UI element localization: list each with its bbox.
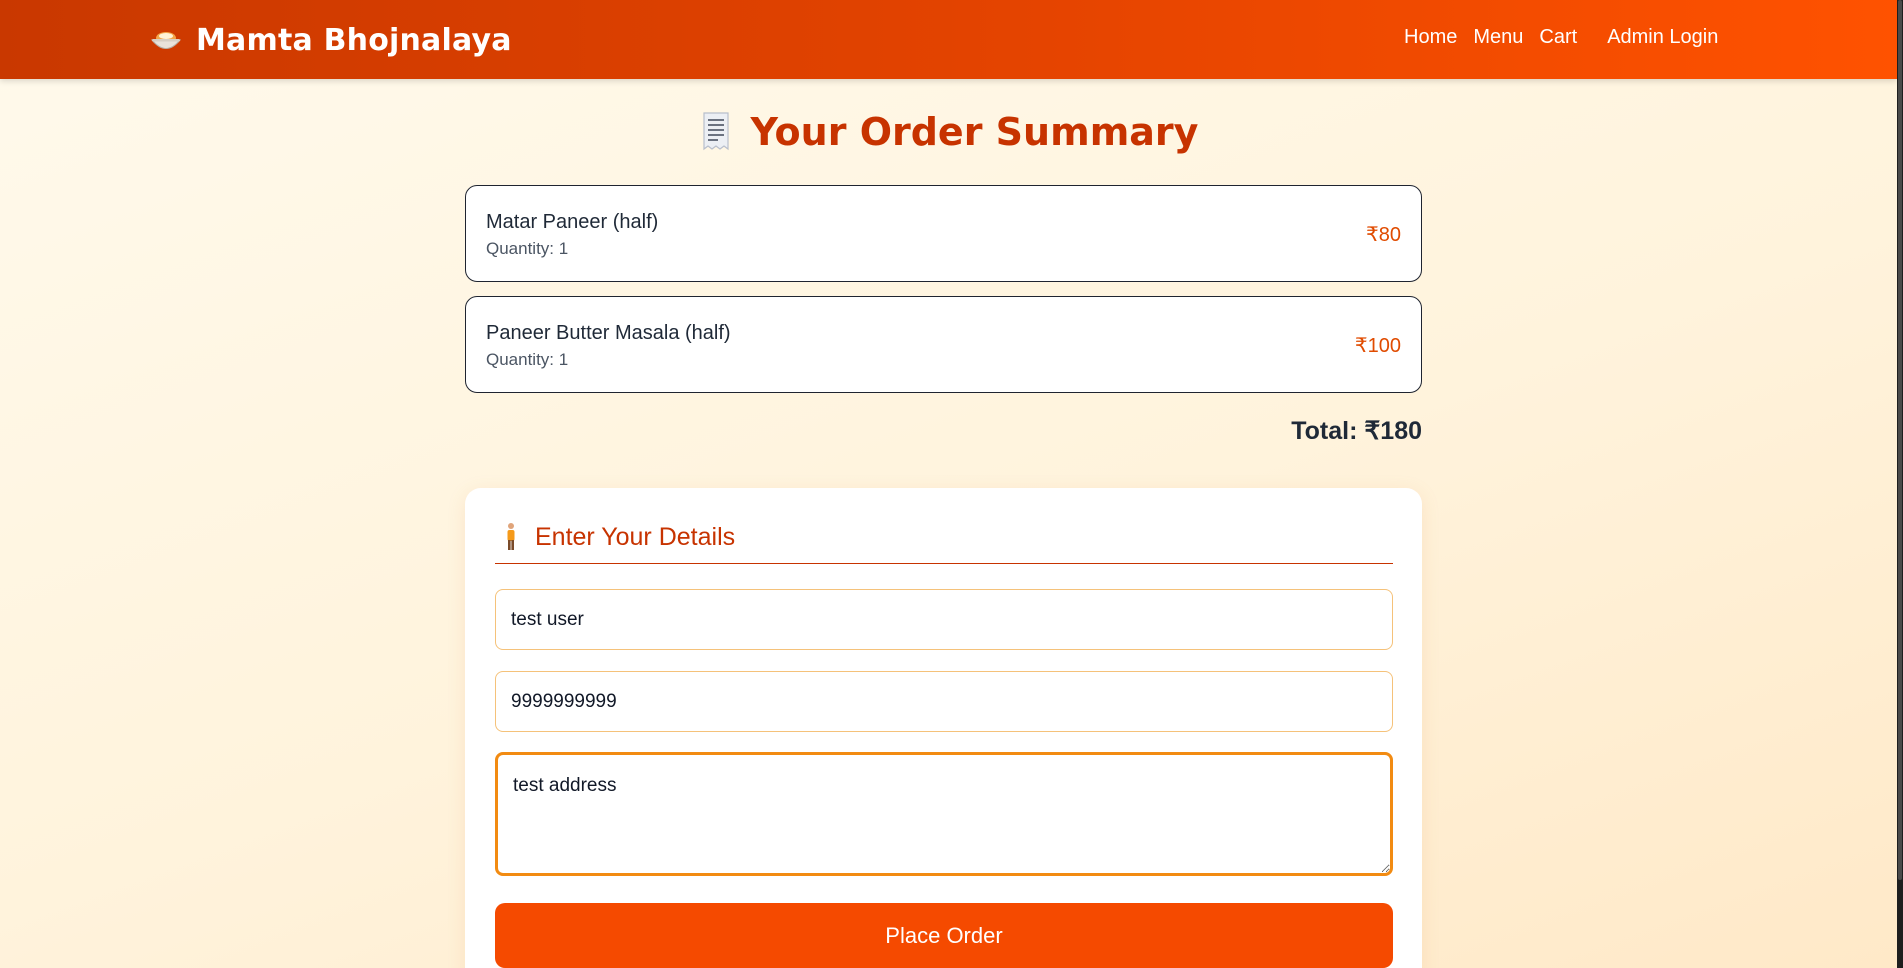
- person-icon: [507, 523, 515, 550]
- address-textarea[interactable]: test address: [495, 752, 1393, 876]
- nav-admin-login-link[interactable]: Admin Login: [1607, 26, 1718, 49]
- order-item-card: Matar Paneer (half) Quantity: 1 ₹80: [465, 185, 1422, 282]
- order-item-card: Paneer Butter Masala (half) Quantity: 1 …: [465, 296, 1422, 393]
- scrollbar-thumb[interactable]: [1898, 0, 1902, 880]
- order-item-quantity: Quantity: 1: [486, 350, 569, 369]
- brand[interactable]: Mamta Bhojnalaya: [150, 20, 512, 60]
- phone-input[interactable]: [495, 671, 1393, 732]
- order-item-name: Matar Paneer (half): [486, 211, 659, 233]
- page-title: Your Order Summary: [0, 110, 1897, 154]
- order-item-quantity: Quantity: 1: [486, 239, 569, 258]
- receipt-icon: [702, 112, 729, 151]
- food-bowl-icon: [150, 32, 182, 49]
- order-total: Total: ₹180: [1291, 417, 1422, 445]
- brand-name: Mamta Bhojnalaya: [196, 22, 512, 58]
- details-heading: Enter Your Details: [495, 522, 1393, 564]
- page-viewport: Mamta Bhojnalaya Home Menu Cart Admin Lo…: [0, 0, 1897, 968]
- order-item-price: ₹100: [1354, 335, 1401, 357]
- main-nav: Home Menu Cart Admin Login: [1404, 26, 1718, 49]
- nav-home-link[interactable]: Home: [1404, 26, 1457, 49]
- place-order-button[interactable]: Place Order: [495, 903, 1393, 968]
- order-item-name: Paneer Butter Masala (half): [486, 322, 731, 344]
- name-input[interactable]: [495, 589, 1393, 650]
- nav-cart-link[interactable]: Cart: [1539, 26, 1577, 49]
- customer-details-panel: Enter Your Details test address Place Or…: [465, 488, 1422, 968]
- top-navbar: Mamta Bhojnalaya Home Menu Cart Admin Lo…: [0, 0, 1897, 79]
- order-item-price: ₹80: [1366, 224, 1401, 246]
- order-summary-heading: Your Order Summary: [750, 110, 1199, 154]
- nav-menu-link[interactable]: Menu: [1473, 26, 1523, 49]
- details-title: Enter Your Details: [535, 523, 736, 551]
